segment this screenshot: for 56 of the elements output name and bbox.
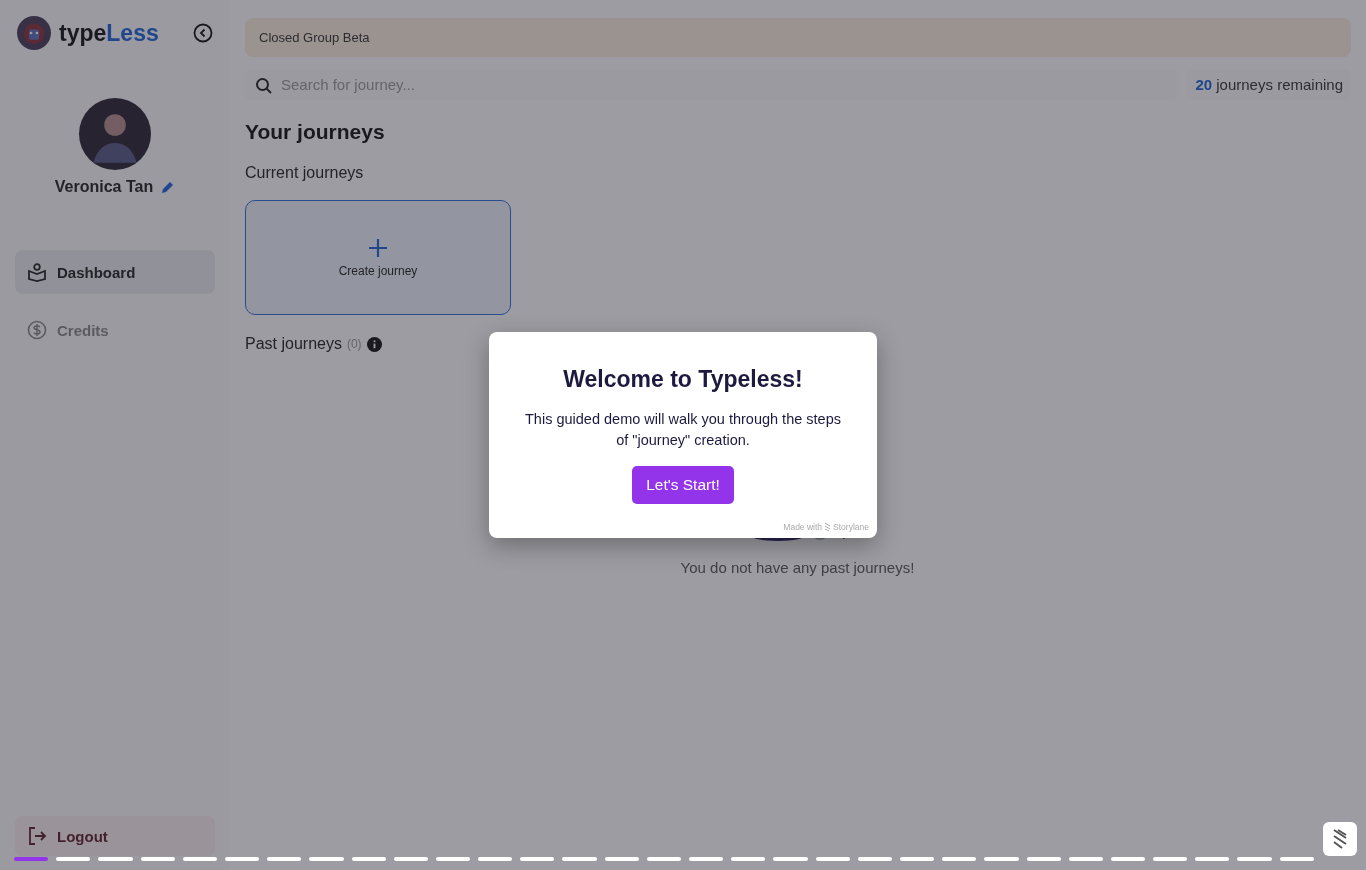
- logout-icon: [27, 826, 47, 846]
- progress-segment[interactable]: [942, 857, 977, 861]
- progress-segment[interactable]: [689, 857, 724, 861]
- progress-segment[interactable]: [731, 857, 766, 861]
- progress-segment[interactable]: [478, 857, 513, 861]
- storylane-logo-icon: [824, 522, 832, 532]
- collapse-button[interactable]: [193, 23, 213, 43]
- plus-icon: [368, 237, 388, 258]
- progress-segment[interactable]: [773, 857, 808, 861]
- start-button[interactable]: Let's Start!: [632, 466, 734, 504]
- dialog-text: This guided demo will walk you through the steps of "journey" creation.: [524, 410, 842, 450]
- logout-button[interactable]: Logout: [15, 816, 215, 856]
- progress-segment[interactable]: [899, 857, 935, 861]
- create-journey-card[interactable]: Create journey: [245, 200, 511, 315]
- progress-segment[interactable]: [435, 857, 471, 861]
- progress-segment[interactable]: [857, 857, 892, 861]
- progress-segment[interactable]: [562, 857, 597, 861]
- progress-segment[interactable]: [815, 857, 850, 861]
- logo-icon: [17, 16, 51, 50]
- progress-segment[interactable]: [646, 857, 681, 861]
- progress-segment[interactable]: [182, 857, 217, 861]
- progress-segment[interactable]: [520, 857, 555, 861]
- progress-segment[interactable]: [393, 857, 428, 861]
- beta-banner: Closed Group Beta: [245, 18, 1351, 57]
- progress-segment[interactable]: [98, 857, 133, 861]
- progress-segment[interactable]: [1153, 857, 1188, 861]
- progress-segment[interactable]: [1279, 857, 1314, 861]
- progress-segment[interactable]: [14, 857, 49, 861]
- empty-message: You do not have any past journeys!: [680, 559, 915, 576]
- progress-segment[interactable]: [267, 857, 302, 861]
- progress-segment[interactable]: [351, 857, 386, 861]
- section-title: Current journeys: [245, 164, 364, 182]
- progress-segment[interactable]: [984, 857, 1019, 861]
- nav-item[interactable]: Dashboard: [15, 250, 215, 294]
- logo-text: typeLess: [59, 19, 159, 47]
- progress-segment[interactable]: [1195, 857, 1230, 861]
- progress-segment[interactable]: [604, 857, 639, 861]
- section-title: Past journeys: [245, 335, 342, 353]
- dollar-icon: [27, 320, 47, 340]
- progress-segment[interactable]: [1068, 857, 1103, 861]
- page-title: Your journeys: [245, 120, 386, 144]
- edit-icon[interactable]: [161, 180, 176, 194]
- progress-segment[interactable]: [224, 857, 260, 861]
- dialog-title: Welcome to Typeless!: [563, 366, 803, 393]
- user-name: Veronica Tan: [54, 178, 154, 196]
- progress-segment[interactable]: [1237, 857, 1272, 861]
- progress-segment[interactable]: [309, 857, 344, 861]
- avatar: [79, 98, 151, 170]
- progress-segment[interactable]: [1026, 857, 1061, 861]
- progress-segment[interactable]: [140, 857, 175, 861]
- person-book-icon: [27, 262, 47, 282]
- info-icon[interactable]: [366, 336, 382, 352]
- progress-segment[interactable]: [56, 857, 91, 861]
- progress-segment[interactable]: [1110, 857, 1146, 861]
- search-icon: [255, 77, 273, 95]
- storylane-button[interactable]: [1323, 822, 1357, 856]
